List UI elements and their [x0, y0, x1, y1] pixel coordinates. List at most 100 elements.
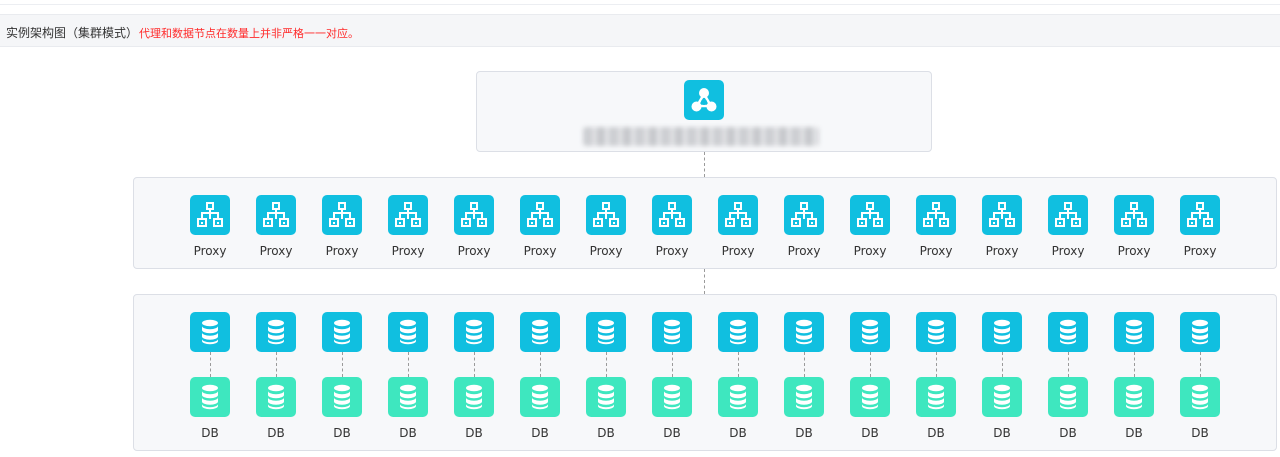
database-icon[interactable] — [916, 377, 956, 417]
top-divider — [0, 4, 1280, 5]
root-node-label-redacted — [583, 127, 819, 146]
db-replica-connector — [276, 352, 277, 377]
database-icon[interactable] — [1114, 377, 1154, 417]
db-replica-connector — [210, 352, 211, 377]
db-label: DB — [729, 426, 747, 440]
proxy-icon[interactable] — [1048, 195, 1088, 235]
proxy-label: Proxy — [985, 244, 1019, 258]
proxy-icon[interactable] — [256, 195, 296, 235]
database-icon[interactable] — [190, 377, 230, 417]
database-icon[interactable] — [850, 377, 890, 417]
db-label: DB — [663, 426, 681, 440]
database-icon[interactable] — [784, 377, 824, 417]
db-label: DB — [861, 426, 879, 440]
database-icon[interactable] — [652, 377, 692, 417]
db-label: DB — [333, 426, 351, 440]
db-replica-connector — [804, 352, 805, 377]
proxy-icon[interactable] — [784, 195, 824, 235]
database-icon[interactable] — [784, 312, 824, 352]
cluster-icon[interactable] — [684, 80, 724, 120]
proxy-label: Proxy — [325, 244, 359, 258]
database-icon[interactable] — [322, 312, 362, 352]
db-replica-connector — [408, 352, 409, 377]
database-icon[interactable] — [1114, 312, 1154, 352]
db-replica-connector — [738, 352, 739, 377]
proxy-label: Proxy — [853, 244, 887, 258]
proxy-icon[interactable] — [454, 195, 494, 235]
db-replica-connector — [474, 352, 475, 377]
db-label: DB — [465, 426, 483, 440]
db-label: DB — [531, 426, 549, 440]
database-icon[interactable] — [1048, 312, 1088, 352]
proxy-icon[interactable] — [850, 195, 890, 235]
db-label: DB — [1125, 426, 1143, 440]
proxy-icon[interactable] — [322, 195, 362, 235]
db-replica-connector — [1002, 352, 1003, 377]
proxy-icon[interactable] — [982, 195, 1022, 235]
connector-proxy-to-db — [704, 269, 705, 294]
db-replica-connector — [1134, 352, 1135, 377]
connector-root-to-proxy — [704, 152, 705, 177]
proxy-label: Proxy — [1117, 244, 1151, 258]
database-icon[interactable] — [1048, 377, 1088, 417]
database-icon[interactable] — [718, 312, 758, 352]
db-label: DB — [795, 426, 813, 440]
db-replica-connector — [672, 352, 673, 377]
database-icon[interactable] — [850, 312, 890, 352]
database-icon[interactable] — [586, 312, 626, 352]
database-icon[interactable] — [652, 312, 692, 352]
database-icon[interactable] — [718, 377, 758, 417]
proxy-label: Proxy — [919, 244, 953, 258]
proxy-label: Proxy — [259, 244, 293, 258]
database-icon[interactable] — [256, 377, 296, 417]
db-label: DB — [597, 426, 615, 440]
db-replica-connector — [936, 352, 937, 377]
database-icon[interactable] — [520, 312, 560, 352]
db-label: DB — [201, 426, 219, 440]
database-icon[interactable] — [982, 312, 1022, 352]
db-replica-connector — [1068, 352, 1069, 377]
proxy-icon[interactable] — [388, 195, 428, 235]
db-replica-connector — [1200, 352, 1201, 377]
database-icon[interactable] — [388, 312, 428, 352]
diagram-title: 实例架构图（集群模式） — [6, 26, 139, 40]
proxy-icon[interactable] — [190, 195, 230, 235]
proxy-icon[interactable] — [520, 195, 560, 235]
db-label: DB — [267, 426, 285, 440]
db-label: DB — [993, 426, 1011, 440]
db-replica-connector — [540, 352, 541, 377]
database-icon[interactable] — [388, 377, 428, 417]
proxy-icon[interactable] — [652, 195, 692, 235]
database-icon[interactable] — [520, 377, 560, 417]
database-icon[interactable] — [1180, 377, 1220, 417]
database-icon[interactable] — [454, 377, 494, 417]
proxy-icon[interactable] — [916, 195, 956, 235]
proxy-label: Proxy — [523, 244, 557, 258]
diagram-header: 实例架构图（集群模式） 代理和数据节点在数量上并非严格一一对应。 — [0, 14, 1280, 47]
database-icon[interactable] — [982, 377, 1022, 417]
db-replica-connector — [606, 352, 607, 377]
db-label: DB — [1191, 426, 1209, 440]
database-icon[interactable] — [454, 312, 494, 352]
proxy-icon[interactable] — [1180, 195, 1220, 235]
db-label: DB — [399, 426, 417, 440]
proxy-label: Proxy — [1051, 244, 1085, 258]
proxy-label: Proxy — [193, 244, 227, 258]
db-label: DB — [1059, 426, 1077, 440]
proxy-icon[interactable] — [1114, 195, 1154, 235]
db-replica-connector — [342, 352, 343, 377]
proxy-label: Proxy — [589, 244, 623, 258]
proxy-icon[interactable] — [586, 195, 626, 235]
diagram-note: 代理和数据节点在数量上并非严格一一对应。 — [139, 27, 359, 40]
database-icon[interactable] — [1180, 312, 1220, 352]
database-icon[interactable] — [190, 312, 230, 352]
proxy-icon[interactable] — [718, 195, 758, 235]
proxy-label: Proxy — [787, 244, 821, 258]
proxy-label: Proxy — [721, 244, 755, 258]
database-icon[interactable] — [586, 377, 626, 417]
proxy-label: Proxy — [457, 244, 491, 258]
database-icon[interactable] — [322, 377, 362, 417]
database-icon[interactable] — [256, 312, 296, 352]
database-icon[interactable] — [916, 312, 956, 352]
proxy-label: Proxy — [1183, 244, 1217, 258]
